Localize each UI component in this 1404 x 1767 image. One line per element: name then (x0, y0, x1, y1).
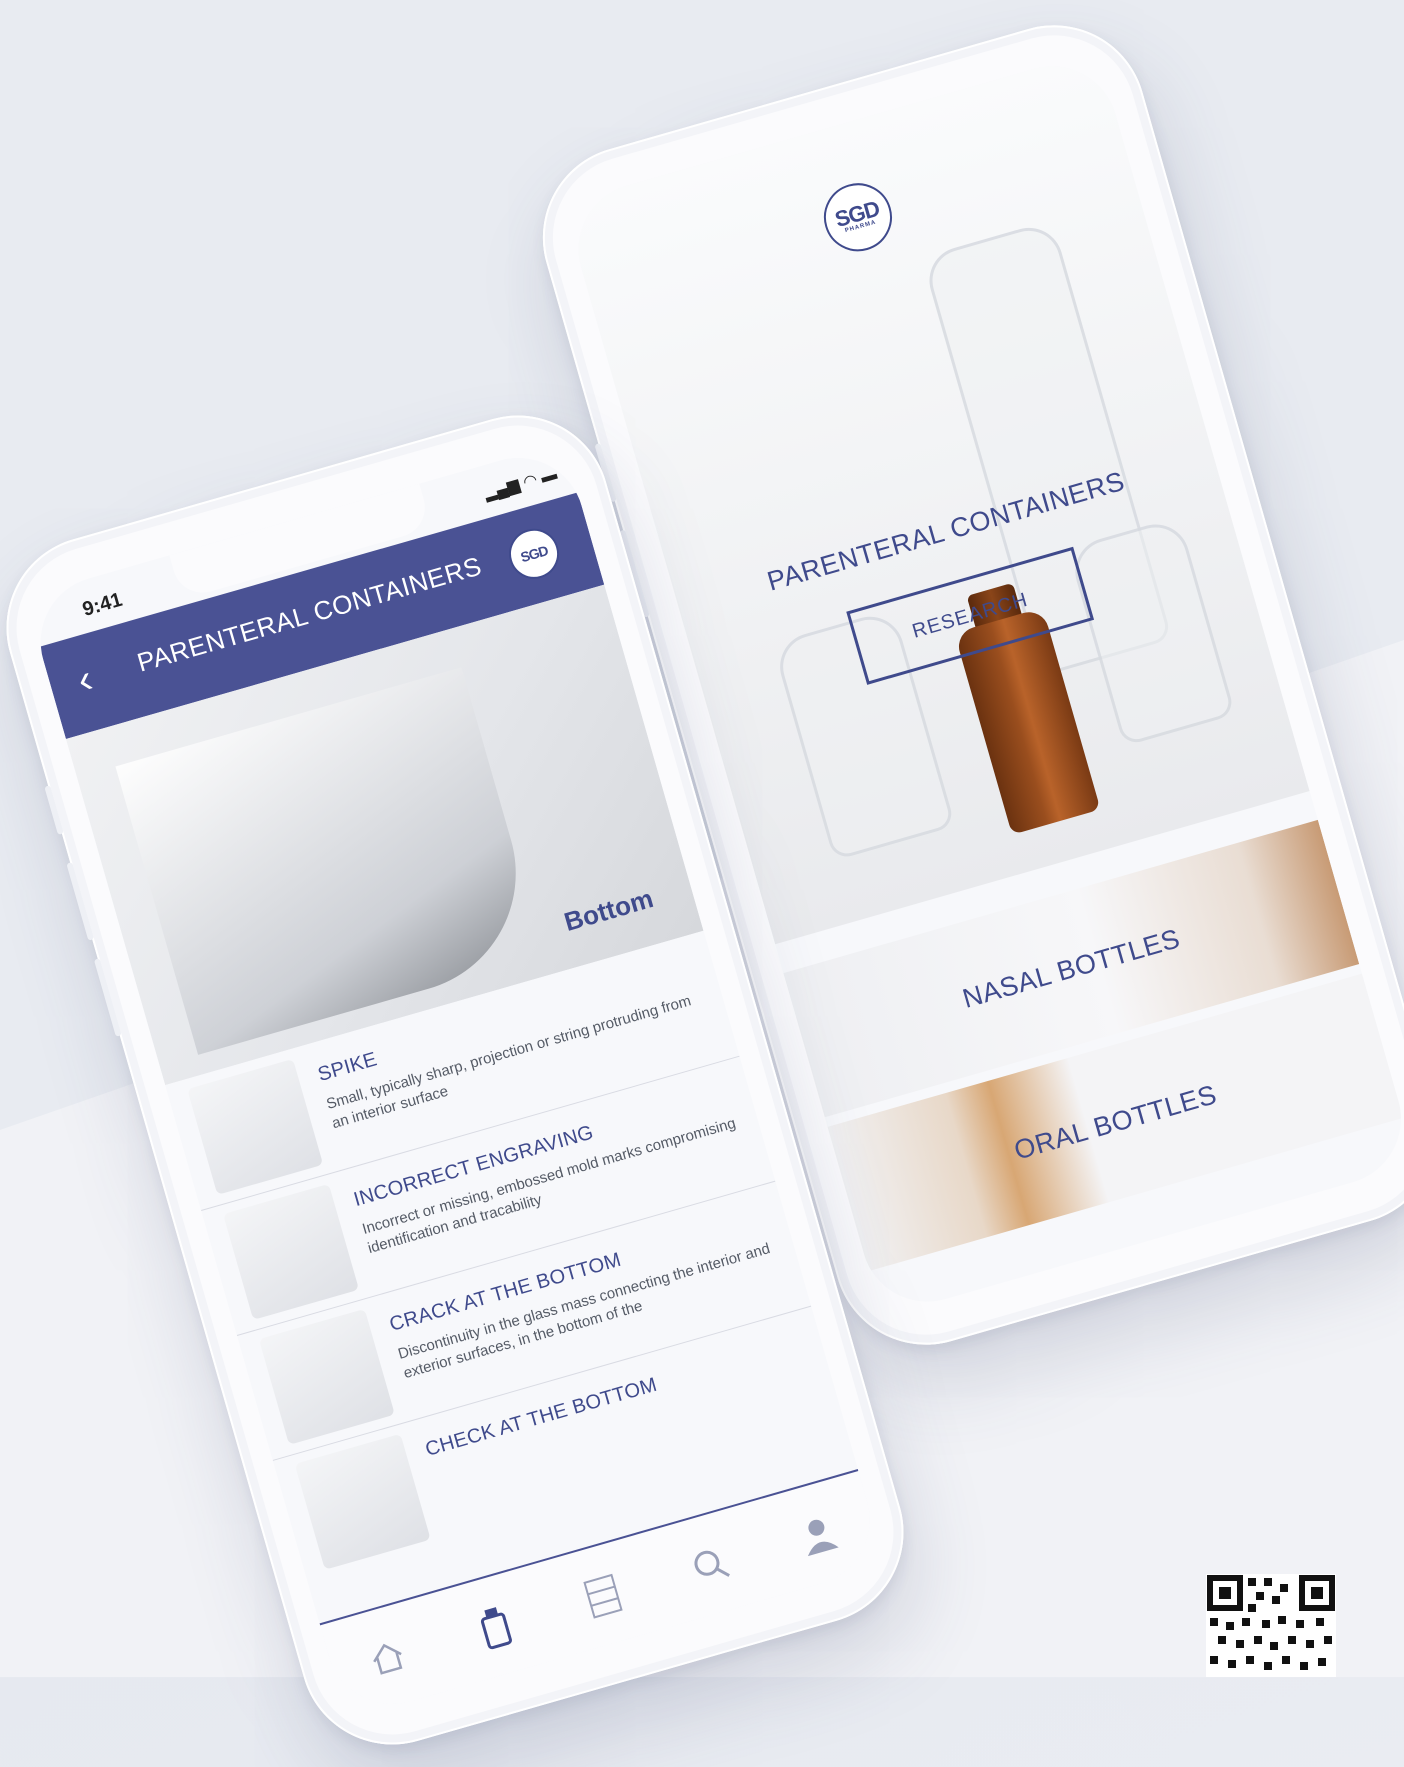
defect-thumbnail (187, 1058, 324, 1195)
sgd-pharma-logo[interactable]: SGD (503, 522, 565, 585)
catalog-icon[interactable] (566, 1559, 640, 1633)
logo-mark: SGD (518, 542, 550, 566)
defect-title: SPIKE (315, 1048, 380, 1087)
status-time: 9:41 (80, 588, 125, 621)
bottle-icon[interactable] (458, 1590, 532, 1664)
defect-thumbnail (294, 1433, 431, 1570)
home-icon[interactable] (351, 1621, 425, 1695)
category-label: ORAL BOTTLES (1010, 1078, 1220, 1166)
category-label: NASAL BOTTLES (959, 922, 1184, 1014)
profile-icon[interactable] (781, 1497, 855, 1571)
hero-label: Bottom (560, 883, 657, 938)
search-icon[interactable] (674, 1528, 748, 1602)
back-chevron-icon[interactable]: ‹ (72, 657, 97, 704)
defect-thumbnail (222, 1183, 360, 1320)
qr-code-icon (1206, 1574, 1336, 1677)
defect-thumbnail (258, 1308, 395, 1445)
signal-wifi-battery-icon: ▂▄▆ ◠ ▬ (482, 465, 560, 503)
clear-bottle-image (1067, 516, 1236, 747)
sgd-pharma-logo[interactable]: SGD PHARMA (815, 175, 901, 260)
